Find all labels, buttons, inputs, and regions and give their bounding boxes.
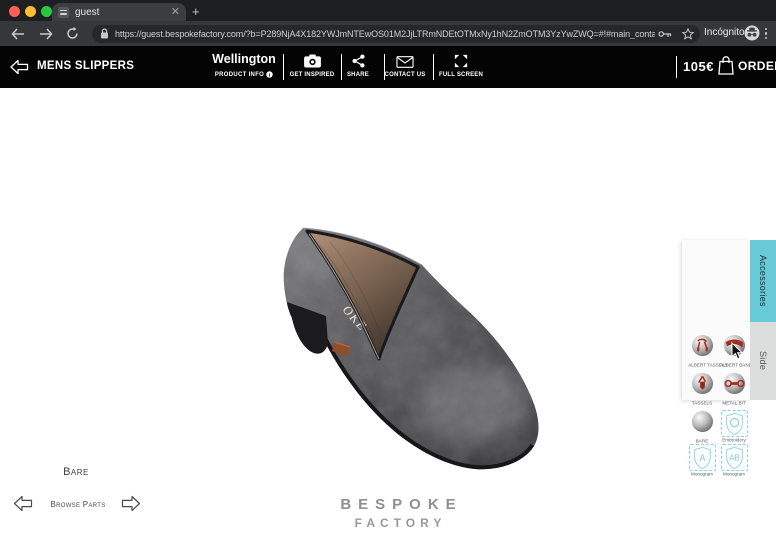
- forward-button[interactable]: [36, 24, 55, 43]
- fullscreen-icon: [435, 53, 487, 68]
- next-part-arrow[interactable]: [120, 494, 142, 514]
- tab-side[interactable]: Side: [750, 322, 776, 400]
- password-key-icon[interactable]: [658, 29, 672, 39]
- window-close-button[interactable]: [9, 6, 20, 17]
- incognito-label: Incógnito: [704, 27, 745, 38]
- previous-part-arrow[interactable]: [12, 494, 34, 514]
- product-info-label: PRODUCT INFO: [215, 72, 264, 78]
- browser-tab[interactable]: guest ✕: [52, 3, 186, 21]
- window-zoom-button[interactable]: [41, 6, 52, 17]
- info-icon: i: [266, 71, 273, 78]
- reload-button[interactable]: [63, 24, 82, 43]
- configurator-canvas: OKE Bare Browse Parts BESPOKE FACTORY: [0, 88, 776, 540]
- incognito-icon: [744, 25, 760, 46]
- back-to-category-button[interactable]: [8, 58, 30, 76]
- share-icon: [332, 53, 384, 68]
- albert-tassels-thumb: [691, 334, 714, 357]
- monogram-a-thumb: A: [689, 444, 716, 471]
- new-tab-button[interactable]: +: [192, 3, 200, 20]
- url-text: https://guest.bespokefactory.com/?b=P289…: [115, 29, 655, 39]
- monogram-ab-thumb: AB: [721, 444, 748, 471]
- brand-line1: BESPOKE: [308, 496, 488, 513]
- tab-close-icon[interactable]: ✕: [171, 7, 180, 18]
- address-bar[interactable]: https://guest.bespokefactory.com/?b=P289…: [92, 25, 700, 43]
- svg-text:AB: AB: [729, 453, 739, 462]
- bare-thumb: [691, 410, 714, 433]
- window-minimize-button[interactable]: [25, 6, 36, 17]
- back-button[interactable]: [8, 24, 27, 43]
- product-name: Wellington: [208, 52, 280, 66]
- tassels-thumb: [691, 372, 714, 395]
- metal-bit-thumb: [723, 372, 746, 395]
- accessory-option-monogram-a[interactable]: A Monogram: [687, 444, 717, 478]
- contact-us-button[interactable]: CONTACT US: [379, 53, 431, 78]
- brand-line2: FACTORY: [308, 516, 488, 530]
- embroidery-thumb: [721, 410, 748, 437]
- accessory-option-albert-tassels[interactable]: ALBERT TASSELS: [687, 334, 717, 369]
- price-label: 105€: [683, 59, 714, 74]
- tab-side-label: Side: [758, 351, 768, 370]
- app-header: MENS SLIPPERS Wellington PRODUCT INFO i …: [0, 46, 776, 88]
- tab-title: guest: [75, 7, 171, 18]
- browse-parts-control: Browse Parts: [8, 491, 148, 519]
- order-label: ORDER: [738, 59, 776, 73]
- brand-logo: BESPOKE FACTORY: [308, 496, 488, 530]
- accessory-option-metal-bit[interactable]: METAL BIT: [719, 372, 749, 407]
- accessory-option-tassels[interactable]: TASSELS: [687, 372, 717, 407]
- shoe-3d-model[interactable]: OKE: [268, 218, 572, 480]
- svg-text:A: A: [699, 452, 706, 462]
- accessories-panel: ALBERT TASSELS ALBERT BAND TASSELS: [682, 240, 750, 400]
- panel-tab-column: Accessories Side: [750, 240, 776, 400]
- accessory-option-embroidery[interactable]: Embroidery: [719, 410, 749, 444]
- camera-icon: [286, 53, 338, 68]
- bookmark-star-icon[interactable]: [682, 28, 694, 40]
- accessory-option-monogram-ab[interactable]: AB Monogram: [719, 444, 749, 478]
- browse-parts-label: Browse Parts: [48, 500, 108, 509]
- accessory-option-bare[interactable]: BARE: [687, 410, 717, 445]
- mouse-cursor: [731, 342, 743, 360]
- envelope-icon: [379, 53, 431, 68]
- browser-tab-strip: guest ✕ +: [0, 0, 776, 21]
- share-button[interactable]: SHARE: [332, 53, 384, 78]
- tab-accessories-label: Accessories: [758, 255, 768, 307]
- category-title: MENS SLIPPERS: [37, 60, 134, 72]
- tab-favicon: [58, 7, 69, 18]
- order-button[interactable]: ORDER: [718, 56, 776, 75]
- browser-toolbar: https://guest.bespokefactory.com/?b=P289…: [0, 21, 776, 46]
- product-info-block[interactable]: Wellington PRODUCT INFO i: [208, 52, 280, 78]
- current-part-name: Bare: [36, 466, 116, 478]
- get-inspired-button[interactable]: GET INSPIRED: [286, 53, 338, 78]
- browser-menu-icon[interactable]: [764, 25, 768, 42]
- lock-icon: [100, 28, 109, 39]
- shopping-bag-icon: [718, 56, 734, 75]
- browser-window: guest ✕ + https://guest.bespokefactory.c…: [0, 0, 776, 540]
- full-screen-button[interactable]: FULL SCREEN: [435, 53, 487, 78]
- tab-accessories[interactable]: Accessories: [750, 240, 776, 322]
